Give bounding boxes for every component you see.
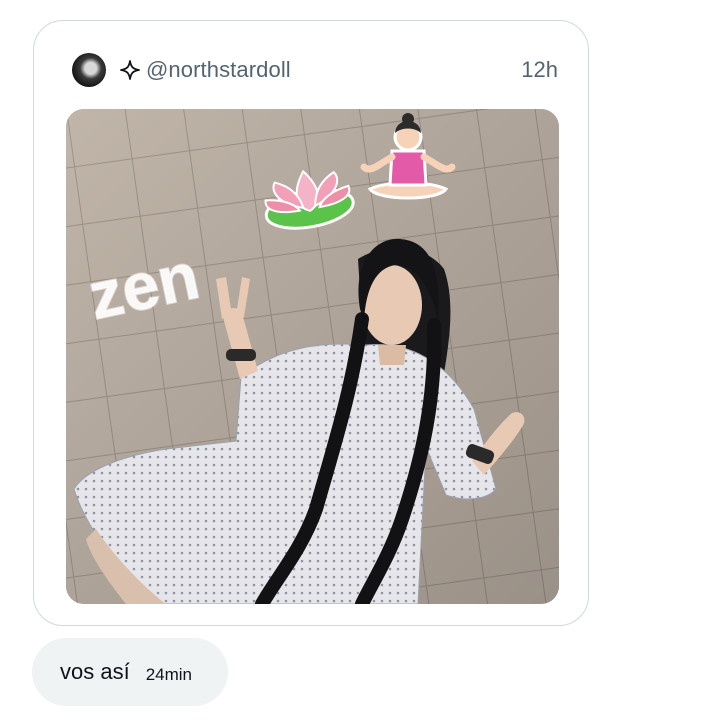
post-author-handle[interactable]: @northstardoll (146, 57, 291, 83)
post-timestamp: 12h (521, 57, 558, 82)
sparkle-icon (120, 60, 140, 80)
dm-conversation: @northstardoll 12h zen vos así 24min (0, 0, 720, 724)
message-bubble[interactable]: vos así 24min (32, 638, 228, 706)
post-media-image[interactable]: zen (66, 109, 559, 604)
quoted-post-card[interactable]: @northstardoll 12h zen (33, 20, 589, 626)
message-text: vos así (60, 659, 130, 684)
message-timestamp: 24min (145, 665, 193, 684)
post-header: @northstardoll 12h (72, 53, 558, 87)
avatar[interactable] (72, 53, 106, 87)
